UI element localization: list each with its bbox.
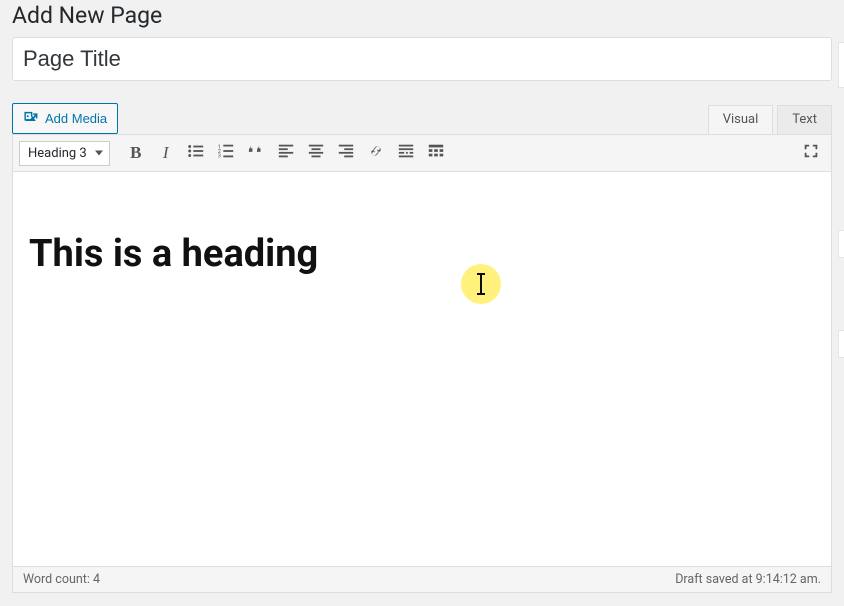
align-right-icon [337,142,355,164]
fullscreen-button[interactable] [797,139,825,167]
title-input-container [12,37,832,81]
bullet-list-button[interactable] [182,139,210,167]
numbered-list-button[interactable]: 123 [212,139,240,167]
add-media-label: Add Media [45,111,107,126]
sidebar-metabox-hint [838,230,844,258]
tab-text[interactable]: Text [777,105,832,134]
word-count-value: 4 [93,572,100,587]
bold-button[interactable]: B [122,139,150,167]
align-center-button[interactable] [302,139,330,167]
align-left-button[interactable] [272,139,300,167]
add-media-button[interactable]: Add Media [12,103,118,134]
word-count-label: Word count: [23,572,90,587]
align-right-button[interactable] [332,139,360,167]
draft-saved-message: Draft saved at 9:14:12 am. [675,572,821,587]
content-heading: This is a heading [29,192,815,276]
sidebar-metabox-hint [838,42,844,88]
align-left-icon [277,142,295,164]
link-icon [367,142,385,164]
numbered-list-icon: 123 [217,142,235,164]
editor-tabs: Visual Text [704,105,832,134]
blockquote-icon [247,142,265,164]
sidebar-metabox-hint [838,330,844,358]
toolbar-toggle-icon [427,142,445,164]
align-center-icon [307,142,325,164]
text-caret-icon [480,275,482,293]
editor-content[interactable]: This is a heading [13,172,831,566]
tab-visual[interactable]: Visual [708,105,774,134]
editor-toolbar: Heading 3 B I 123 [13,135,831,172]
title-input[interactable] [13,38,831,80]
editor-statusbar: Word count: 4 Draft saved at 9:14:12 am. [13,566,831,592]
toolbar-toggle-button[interactable] [422,139,450,167]
format-selected-label: Heading 3 [28,146,87,161]
media-icon [23,109,39,128]
word-count: Word count: 4 [23,572,100,587]
svg-text:3: 3 [218,153,221,159]
cursor-highlight [461,264,501,304]
editor-container: Heading 3 B I 123 [12,134,832,593]
fullscreen-icon [802,142,820,164]
insert-more-icon [397,142,415,164]
bullet-list-icon [187,142,205,164]
format-dropdown[interactable]: Heading 3 [19,141,110,166]
insert-more-button[interactable] [392,139,420,167]
blockquote-button[interactable] [242,139,270,167]
page-title: Add New Page [12,0,832,37]
italic-button[interactable]: I [152,139,180,167]
link-button[interactable] [362,139,390,167]
